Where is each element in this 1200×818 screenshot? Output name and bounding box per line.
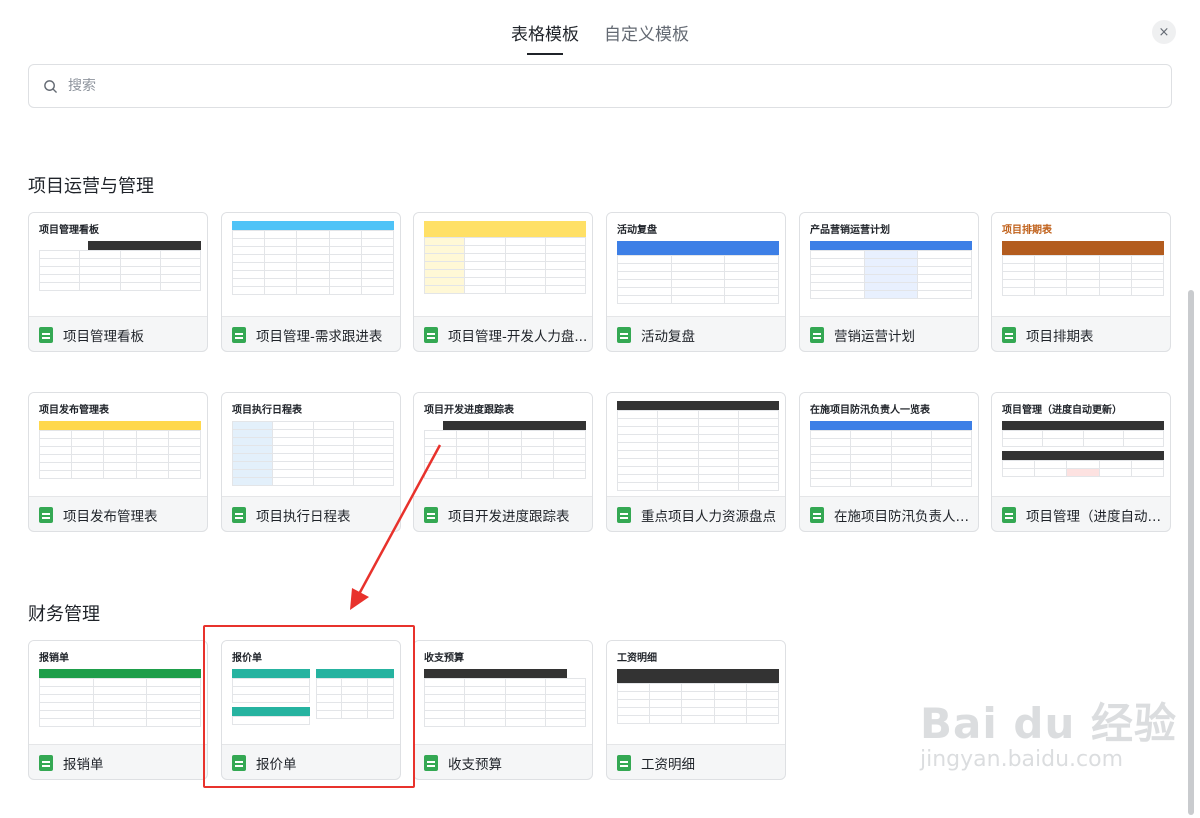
template-thumbnail	[222, 213, 400, 317]
template-card-hr-inventory[interactable]: 重点项目人力资源盘点	[606, 392, 786, 532]
template-thumbnail: 活动复盘	[607, 213, 785, 317]
template-thumbnail: 工资明细	[607, 641, 785, 745]
sheet-icon	[424, 326, 438, 343]
template-card-expense-claim[interactable]: 报销单 报销单	[28, 640, 208, 780]
sheet-icon	[232, 506, 246, 523]
sheet-icon	[39, 506, 53, 523]
sheet-icon	[810, 326, 824, 343]
sheet-icon	[810, 506, 824, 523]
template-card-auto-progress[interactable]: 项目管理（进度自动更新） 项目管理（进度自动更...	[991, 392, 1171, 532]
card-label: 项目管理-需求跟进表	[256, 328, 383, 345]
template-card-execution-schedule[interactable]: 项目执行日程表 项目执行日程表	[221, 392, 401, 532]
template-thumbnail: 项目管理（进度自动更新）	[992, 393, 1170, 497]
close-icon: ×	[1158, 24, 1170, 40]
tab-table-templates[interactable]: 表格模板	[511, 20, 579, 55]
card-label: 项目管理（进度自动更...	[1026, 508, 1170, 525]
search-input[interactable]	[68, 78, 968, 94]
template-card-flood-control[interactable]: 在施项目防汛负责人一览表 在施项目防汛负责人一...	[799, 392, 979, 532]
card-label: 项目发布管理表	[63, 508, 158, 525]
template-thumbnail: 收支预算	[414, 641, 592, 745]
close-button[interactable]: ×	[1152, 20, 1176, 44]
card-label: 在施项目防汛负责人一...	[834, 508, 978, 525]
template-card-project-schedule[interactable]: 项目排期表 项目排期表	[991, 212, 1171, 352]
search-icon	[44, 79, 57, 93]
sheet-icon	[1002, 506, 1016, 523]
template-card-dev-manpower[interactable]: 项目管理-开发人力盘...	[413, 212, 593, 352]
template-card-activity-review[interactable]: 活动复盘 活动复盘	[606, 212, 786, 352]
template-thumbnail: 在施项目防汛负责人一览表	[800, 393, 978, 497]
template-thumbnail: 项目排期表	[992, 213, 1170, 317]
sheet-icon	[617, 326, 631, 343]
scrollbar[interactable]	[1188, 290, 1194, 815]
template-card-project-kanban[interactable]: 项目管理看板 项目管理看板	[28, 212, 208, 352]
sheet-icon	[424, 506, 438, 523]
template-card-release-management[interactable]: 项目发布管理表 项目发布管理表	[28, 392, 208, 532]
template-thumbnail: 项目开发进度跟踪表	[414, 393, 592, 497]
card-label: 工资明细	[641, 756, 695, 773]
template-thumbnail: 报价单	[222, 641, 400, 745]
card-label: 活动复盘	[641, 328, 695, 345]
card-label: 报价单	[256, 756, 297, 773]
template-card-requirement-tracking[interactable]: 项目管理-需求跟进表	[221, 212, 401, 352]
section-title-project: 项目运营与管理	[28, 176, 154, 197]
template-card-budget[interactable]: 收支预算 收支预算	[413, 640, 593, 780]
sheet-icon	[617, 754, 631, 771]
watermark-logo: Bai du 经验 jingyan.baidu.com	[920, 699, 1177, 772]
card-label: 项目排期表	[1026, 328, 1094, 345]
template-thumbnail: 产品营销运营计划	[800, 213, 978, 317]
search-box[interactable]	[28, 64, 1172, 108]
card-label: 项目管理-开发人力盘...	[448, 328, 588, 345]
template-thumbnail	[607, 393, 785, 497]
card-label: 报销单	[63, 756, 104, 773]
sheet-icon	[617, 506, 631, 523]
template-card-salary-details[interactable]: 工资明细 工资明细	[606, 640, 786, 780]
card-label: 营销运营计划	[834, 328, 915, 345]
sheet-icon	[424, 754, 438, 771]
template-thumbnail	[414, 213, 592, 317]
card-label: 项目开发进度跟踪表	[448, 508, 570, 525]
card-label: 重点项目人力资源盘点	[641, 508, 776, 525]
sheet-icon	[1002, 326, 1016, 343]
template-card-quotation[interactable]: 报价单 报价单	[221, 640, 401, 780]
template-card-dev-progress[interactable]: 项目开发进度跟踪表 项目开发进度跟踪表	[413, 392, 593, 532]
template-card-marketing-plan[interactable]: 产品营销运营计划 营销运营计划	[799, 212, 979, 352]
template-thumbnail: 项目执行日程表	[222, 393, 400, 497]
card-label: 项目管理看板	[63, 328, 144, 345]
template-thumbnail: 项目管理看板	[29, 213, 207, 317]
card-label: 项目执行日程表	[256, 508, 351, 525]
tab-custom-templates[interactable]: 自定义模板	[604, 20, 689, 55]
template-thumbnail: 报销单	[29, 641, 207, 745]
sheet-icon	[232, 326, 246, 343]
sheet-icon	[232, 754, 246, 771]
template-thumbnail: 项目发布管理表	[29, 393, 207, 497]
sheet-icon	[39, 326, 53, 343]
section-title-finance: 财务管理	[28, 604, 100, 625]
sheet-icon	[39, 754, 53, 771]
template-tabs: 表格模板 自定义模板	[0, 20, 1200, 55]
card-label: 收支预算	[448, 756, 502, 773]
